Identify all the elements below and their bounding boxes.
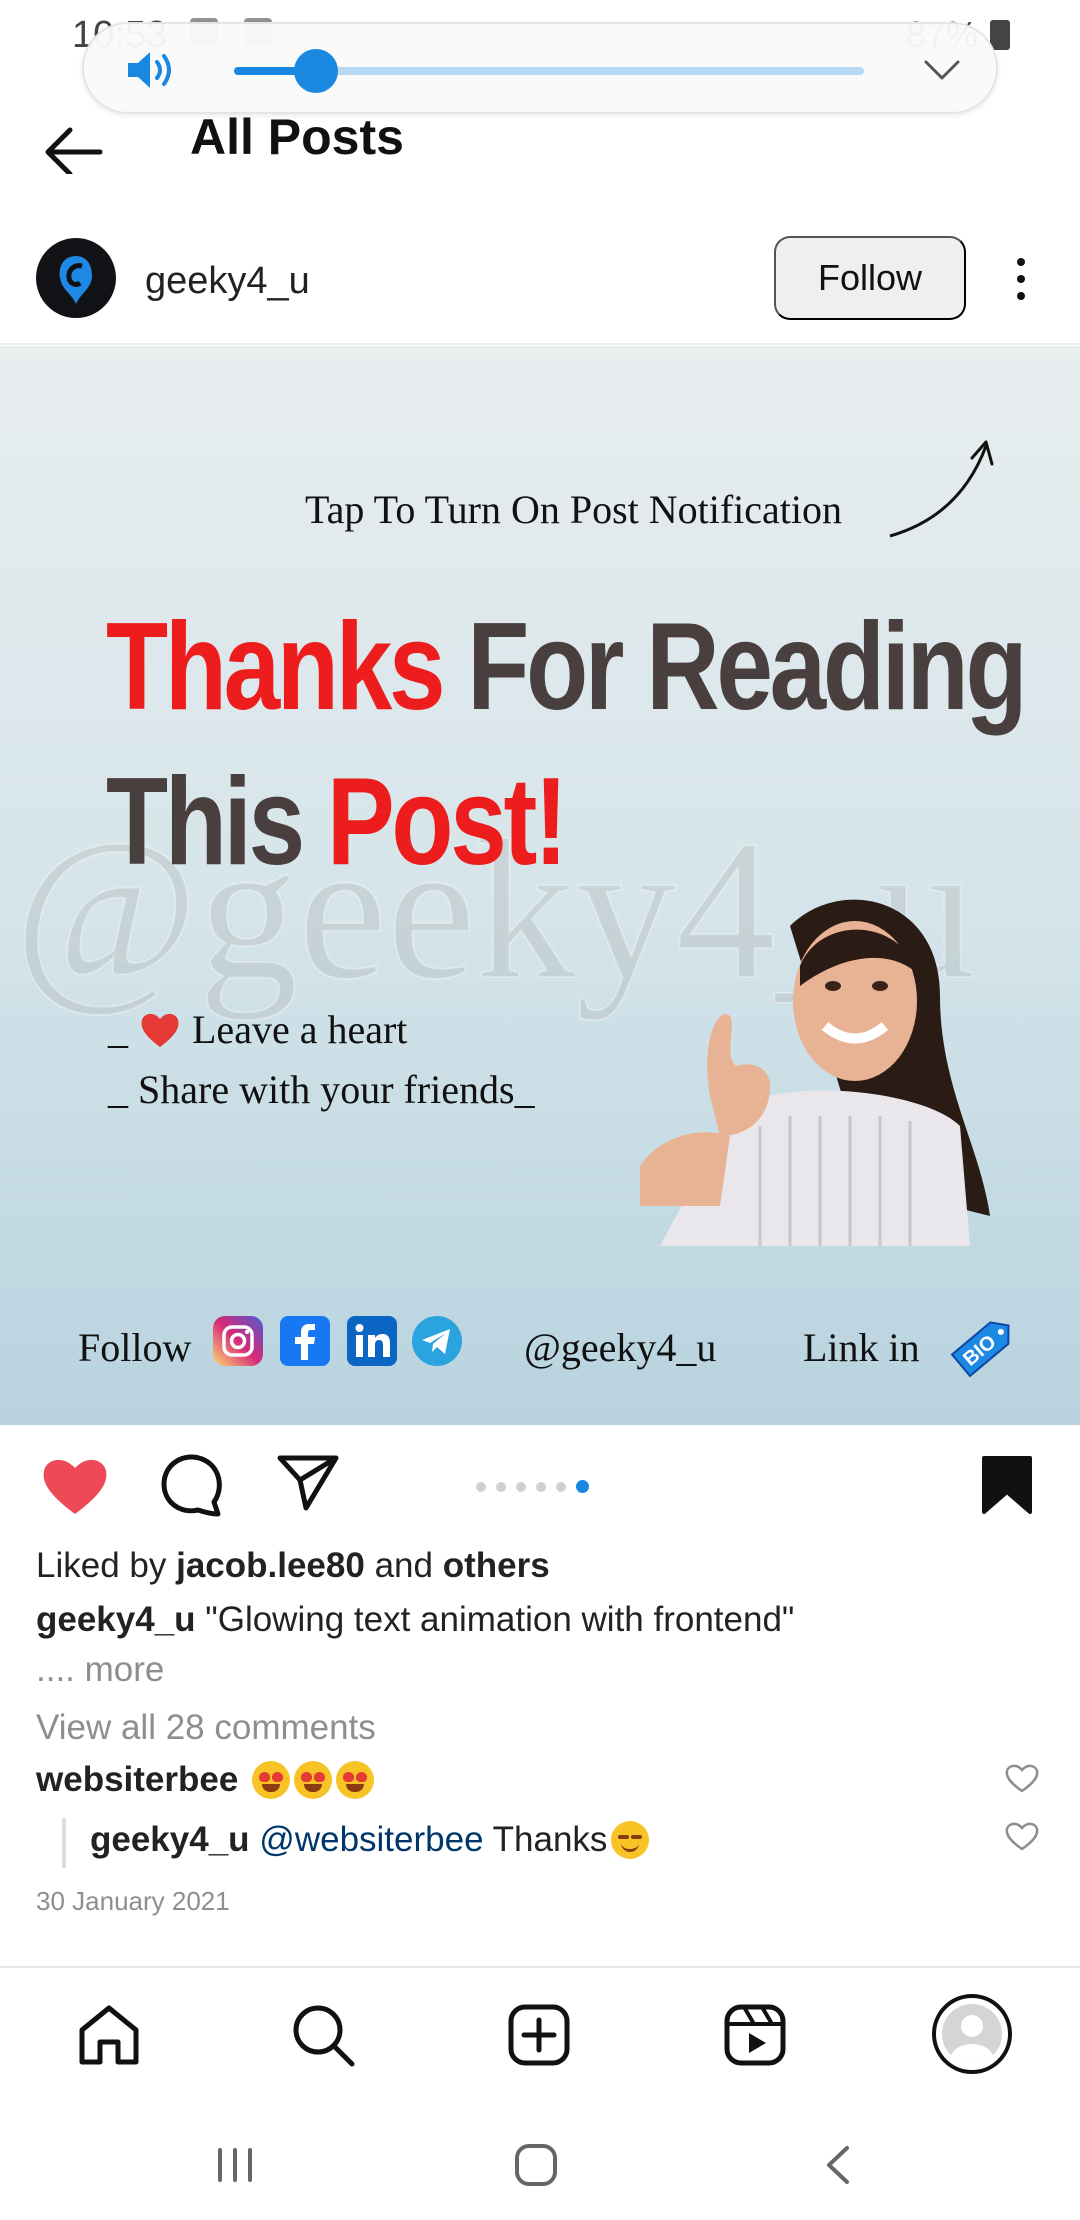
bookmark-icon[interactable] xyxy=(980,1454,1034,1516)
profile-avatar[interactable] xyxy=(932,1994,1012,2074)
liked-by-user[interactable]: jacob.lee80 xyxy=(176,1546,365,1585)
home-icon[interactable] xyxy=(76,2002,142,2068)
bottom-navigation xyxy=(0,1966,1080,2096)
share-send-icon[interactable] xyxy=(276,1452,340,1512)
heart-eyes-emoji xyxy=(252,1761,291,1799)
caption-text: "Glowing text animation with frontend" xyxy=(205,1600,795,1639)
likes-text[interactable]: Liked by jacob.lee80 and others xyxy=(36,1546,550,1586)
comment: websiterbee xyxy=(36,1760,375,1800)
post-actions xyxy=(0,1440,1080,1530)
social-follow-row: Follow @geeky4_u Link in BIO xyxy=(78,1316,1018,1378)
reply-username[interactable]: geeky4_u xyxy=(90,1820,250,1859)
carousel-dot-active xyxy=(576,1480,589,1493)
recent-apps-icon[interactable] xyxy=(210,2142,260,2188)
woman-thumbs-up-photo xyxy=(640,899,990,1246)
comment-username[interactable]: websiterbee xyxy=(36,1760,238,1799)
carousel-dot xyxy=(516,1481,526,1492)
back-arrow-icon[interactable] xyxy=(40,114,106,174)
profile-placeholder-icon xyxy=(942,2004,1002,2064)
carousel-dot xyxy=(556,1481,566,1492)
search-icon[interactable] xyxy=(290,2002,356,2068)
reels-icon[interactable] xyxy=(722,2002,788,2068)
likes-middle: and xyxy=(374,1546,433,1585)
system-navigation xyxy=(0,2100,1080,2220)
post-username[interactable]: geeky4_u xyxy=(145,260,310,303)
caption-username[interactable]: geeky4_u xyxy=(36,1600,196,1639)
avatar-logo-icon xyxy=(59,256,92,304)
liked-by-others[interactable]: others xyxy=(443,1546,550,1585)
post-caption: geeky4_u "Glowing text animation with fr… xyxy=(36,1600,794,1640)
smiling-emoji xyxy=(611,1821,650,1859)
reply-like-icon[interactable] xyxy=(1004,1820,1040,1852)
notification-text: Tap To Turn On Post Notification xyxy=(305,487,843,532)
reply-thread-line xyxy=(62,1818,66,1868)
post-image[interactable]: @geeky4_u Tap To Turn On Post Notificati… xyxy=(0,346,1080,1425)
back-button-icon[interactable] xyxy=(815,2142,865,2188)
bullet-leave-heart: _ Leave a heart xyxy=(108,1006,407,1053)
bullet-prefix: _ xyxy=(108,1007,128,1052)
volume-slider[interactable] xyxy=(234,49,864,93)
post-header: geeky4_u Follow xyxy=(0,230,1080,345)
create-post-icon[interactable] xyxy=(506,2002,572,2068)
instagram-icon xyxy=(213,1316,263,1366)
home-button-icon[interactable] xyxy=(511,2142,561,2188)
page-title: All Posts xyxy=(190,109,404,165)
headline-line-1: Thanks For Reading xyxy=(106,596,1028,738)
volume-knob[interactable] xyxy=(293,49,338,93)
post-date: 30 January 2021 xyxy=(36,1886,230,1916)
bullet-share: _ Share with your friends_ xyxy=(108,1067,535,1112)
reply-comment: geeky4_u @websiterbee Thanks xyxy=(90,1820,650,1860)
facebook-icon xyxy=(280,1316,330,1366)
like-heart-icon[interactable] xyxy=(40,1454,110,1516)
headline-line-2: This Post! xyxy=(106,751,568,893)
reply-text: Thanks xyxy=(492,1820,608,1859)
link-in-text: Link in xyxy=(803,1325,920,1370)
telegram-icon xyxy=(412,1316,462,1366)
bullet-leave-heart-text: Leave a heart xyxy=(192,1007,408,1052)
carousel-indicator xyxy=(476,1480,589,1493)
carousel-dot xyxy=(496,1481,506,1492)
social-handle: @geeky4_u xyxy=(524,1325,717,1370)
caption-more-link[interactable]: .... more xyxy=(36,1650,164,1690)
likes-prefix: Liked by xyxy=(36,1546,167,1585)
carousel-dot xyxy=(536,1481,546,1492)
avatar[interactable] xyxy=(36,238,116,318)
speaker-icon[interactable] xyxy=(124,48,178,92)
comment-like-icon[interactable] xyxy=(1004,1762,1040,1794)
headline-red-word: Thanks xyxy=(106,598,446,736)
follow-button[interactable]: Follow xyxy=(774,236,966,320)
bio-tag-icon: BIO xyxy=(950,1321,1010,1378)
social-follow-label: Follow xyxy=(78,1325,192,1370)
carousel-dot xyxy=(476,1481,486,1492)
linkedin-icon xyxy=(347,1316,397,1366)
heart-eyes-emoji xyxy=(336,1761,375,1799)
battery-icon xyxy=(990,20,1010,50)
curved-arrow-icon xyxy=(889,440,994,538)
headline-dark-words: For Reading xyxy=(467,598,1027,736)
heart-eyes-emoji xyxy=(294,1761,333,1799)
headline-dark-word: This xyxy=(106,753,305,891)
reply-mention[interactable]: @websiterbee xyxy=(259,1820,483,1859)
view-all-comments-link[interactable]: View all 28 comments xyxy=(36,1708,376,1748)
headline-red-words: Post! xyxy=(326,753,568,891)
more-options-icon[interactable] xyxy=(1006,254,1036,304)
chevron-down-icon[interactable] xyxy=(922,52,962,88)
heart-icon xyxy=(141,1013,179,1047)
comment-icon[interactable] xyxy=(158,1452,224,1518)
page-header: All Posts xyxy=(0,100,1080,210)
